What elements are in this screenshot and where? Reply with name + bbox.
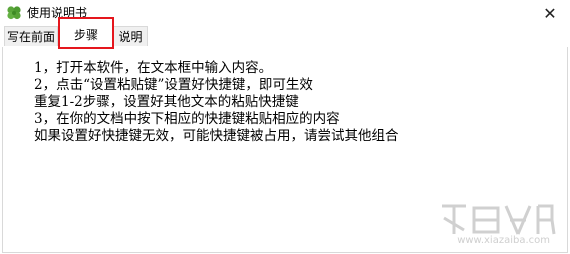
clover-icon [7, 6, 21, 20]
instruction-line: 重复1-2步骤，设置好其他文本的粘贴快捷键 [34, 94, 299, 110]
instructions-text: 1，打开本软件，在文本框中输入内容。 2，点击“设置粘贴键”设置好快捷键，即可生… [34, 60, 554, 145]
window-title: 使用说明书 [27, 6, 88, 20]
tab-steps[interactable]: 步骤 [58, 24, 114, 47]
close-button[interactable]: ✕ [530, 0, 570, 26]
close-icon: ✕ [543, 3, 557, 23]
instruction-line: 如果设置好快捷键无效，可能快捷键被占用，请尝试其他组合 [34, 128, 399, 144]
tab-intro[interactable]: 写在前面 [4, 26, 58, 46]
instruction-line: 2，点击“设置粘贴键”设置好快捷键，即可生效 [34, 77, 313, 93]
watermark-text: www.xiazaiba.com [457, 235, 550, 246]
app-window: 使用说明书 ✕ 写在前面 步骤 说明 1，打开本软件，在文本框中输入内容。 2，… [0, 0, 570, 254]
title-bar: 使用说明书 ✕ [0, 0, 570, 26]
instruction-line: 3，在你的文档中按下相应的快捷键粘贴相应的内容 [34, 111, 340, 127]
tab-notes[interactable]: 说明 [114, 26, 148, 46]
instruction-line: 1，打开本软件，在文本框中输入内容。 [34, 60, 273, 76]
tab-strip: 写在前面 步骤 说明 [0, 24, 570, 47]
watermark-logo-icon [442, 204, 556, 235]
watermark: www.xiazaiba.com [438, 200, 558, 248]
